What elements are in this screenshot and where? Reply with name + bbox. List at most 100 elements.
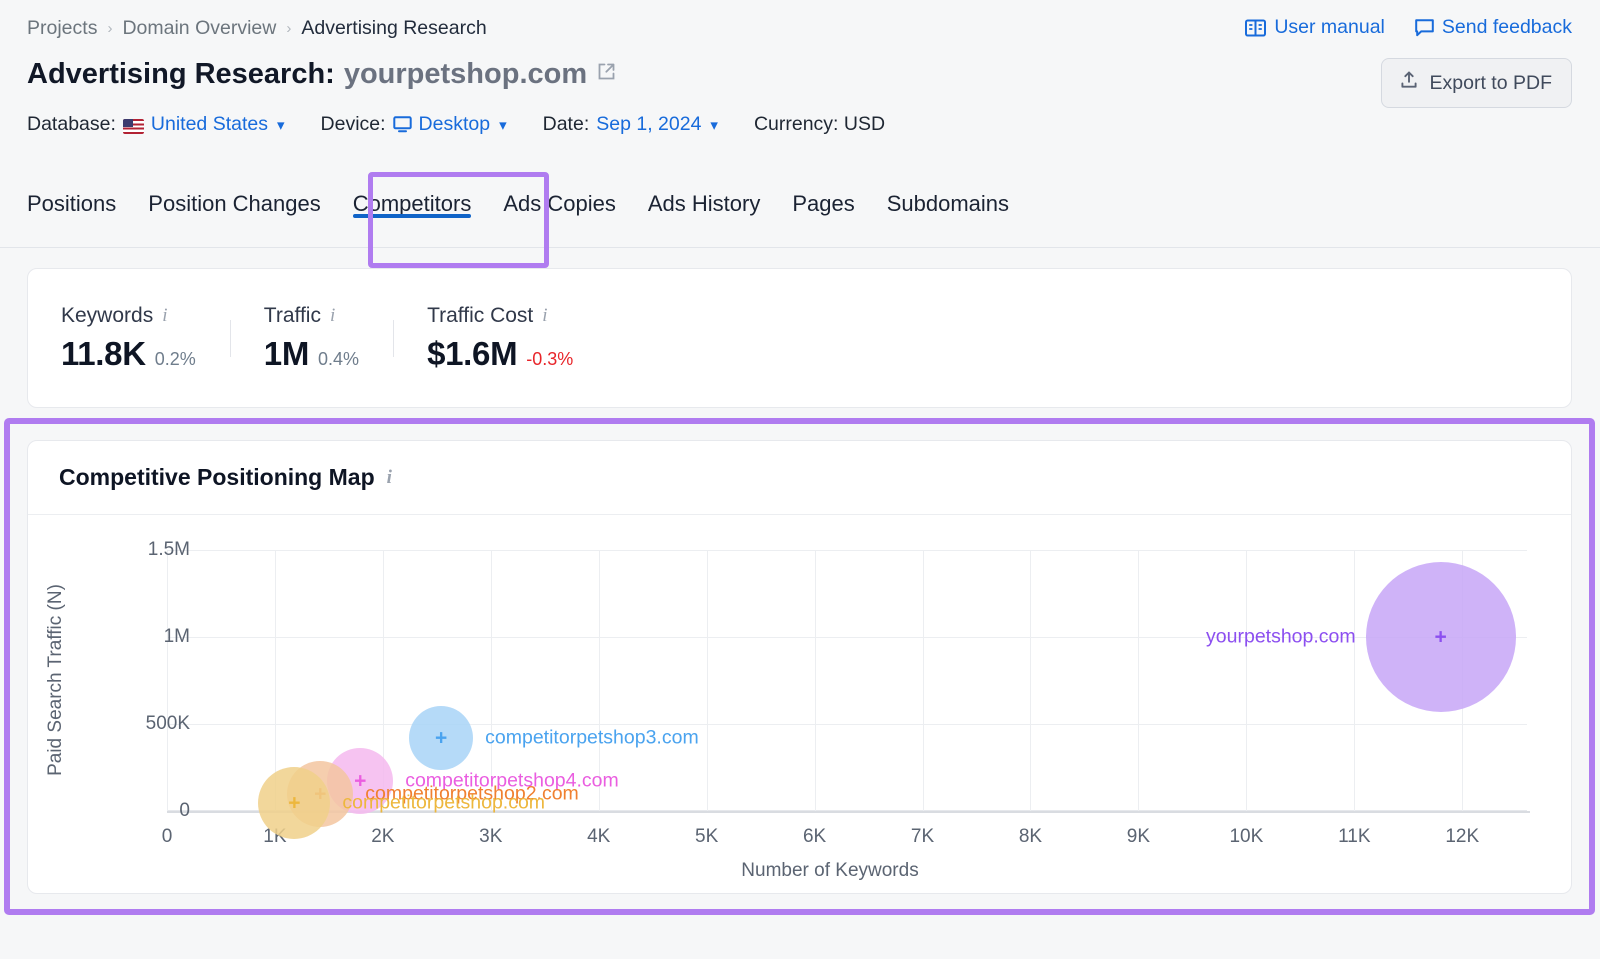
y-axis-title: Paid Search Traffic (N) [45,584,67,776]
breadcrumb-item-domain-overview[interactable]: Domain Overview [122,17,276,40]
chart-title-text: Competitive Positioning Map [59,464,375,491]
metric-label: Traffic [264,304,321,328]
speech-bubble-icon [1415,18,1434,37]
info-icon[interactable]: i [387,467,392,489]
x-axis-title: Number of Keywords [741,860,918,882]
tab-label: Competitors [353,191,472,216]
gridline-vertical [1030,550,1031,811]
user-manual-label: User manual [1274,16,1385,39]
export-to-pdf-label: Export to PDF [1430,72,1552,95]
metric-keywords: Keywords i 11.8K0.2% [28,304,230,373]
tab-label: Position Changes [148,191,320,216]
send-feedback-label: Send feedback [1442,16,1572,39]
metrics-summary-card: Keywordsi11.8K0.2%Traffici1M0.4%Traffic … [27,268,1572,408]
metric-label-row: Keywords i [61,304,196,328]
x-axis-tick-label: 9K [1127,826,1150,848]
page-title: Advertising Research: yourpetshop.com [27,58,616,91]
metric-label-row: Traffic i [264,304,359,328]
database-label: Database: [27,113,116,136]
tab-label: Positions [27,191,116,216]
date-value: Sep 1, 2024 [596,113,701,136]
date-label: Date: [543,113,590,136]
page-title-domain: yourpetshop.com [344,58,587,91]
breadcrumb-item-projects[interactable]: Projects [27,17,97,40]
gridline-horizontal [167,724,1527,725]
tab-bar: Positions Position Changes Competitors Ads … [0,186,1600,248]
info-icon[interactable]: i [542,305,547,327]
gridline-vertical [167,550,168,811]
metric-delta: -0.3% [526,349,573,370]
info-icon[interactable]: i [162,305,167,327]
tab-competitors[interactable]: Competitors [337,186,488,217]
tab-ads-copies[interactable]: Ads Copies [487,186,632,217]
x-axis-tick-label: 12K [1445,826,1479,848]
bubble-label-yourpetshop-com[interactable]: yourpetshop.com [1206,626,1356,649]
tab-label: Ads Copies [503,191,616,216]
user-manual-link[interactable]: User manual [1245,16,1385,39]
metric-traffic: Traffic i 1M 0.4% [230,304,393,373]
book-icon [1245,19,1266,37]
bubble-label-competitorpetshop3-com[interactable]: competitorpetshop3.com [485,726,699,749]
chevron-down-icon: ▾ [710,116,718,134]
x-axis-tick-label: 5K [695,826,718,848]
x-axis-tick-label: 7K [911,826,934,848]
metric-value-row: 11.8K0.2% [61,335,196,373]
tab-ads-history[interactable]: Ads History [632,186,776,217]
breadcrumb-separator-icon: › [286,20,291,37]
y-axis-tick-label: 0 [179,800,190,822]
x-axis-tick-label: 4K [587,826,610,848]
export-to-pdf-button[interactable]: Export to PDF [1381,58,1572,108]
metric-value: 1M [264,335,309,373]
metric-traffic-cost: Traffic Cost i $1.6M-0.3% [393,304,607,373]
tab-position-changes[interactable]: Position Changes [132,186,336,217]
bubble-label-competitorpetshop-com[interactable]: competitorpetshop.com [342,792,545,815]
upload-icon [1399,70,1419,96]
y-axis-tick-label: 1.5M [148,539,190,561]
metric-label-row: Traffic Cost i [427,304,573,328]
x-axis-tick-label: 11K [1338,826,1370,848]
breadcrumb: Projects › Domain Overview › Advertising… [27,17,487,40]
gridline-vertical [1354,550,1355,811]
metric-value-row: 1M 0.4% [264,335,359,373]
tab-label: Subdomains [887,191,1009,216]
gridline-vertical [707,550,708,811]
database-filter[interactable]: Database: United States ▾ [27,113,285,136]
page-title-main: Advertising Research: [27,58,335,91]
metric-value-row: $1.6M-0.3% [427,335,573,373]
metric-label: Traffic Cost [427,304,533,328]
bubble-center-marker: + [1435,627,1447,648]
filter-bar: Database: United States ▾ Device: Deskto… [27,113,921,136]
currency-display: Currency: USD [754,113,885,136]
tab-pages[interactable]: Pages [776,186,870,217]
y-axis-tick-label: 500K [146,713,190,735]
metric-delta: 0.4% [318,349,359,370]
tab-label: Pages [792,191,854,216]
x-axis-tick-label: 2K [371,826,394,848]
gridline-vertical [923,550,924,811]
chevron-down-icon: ▾ [499,116,507,134]
gridline-vertical [1246,550,1247,811]
metric-value: 11.8K [61,335,146,373]
chart-header-divider [28,514,1571,515]
metric-label: Keywords [61,304,153,328]
database-value: United States [151,113,268,136]
x-axis-tick-label: 3K [479,826,502,848]
gridline-vertical [815,550,816,811]
breadcrumb-item-advertising-research: Advertising Research [301,17,486,40]
currency-label: Currency: USD [754,113,885,136]
tab-label: Ads History [648,191,760,216]
desktop-icon [393,116,412,133]
tab-subdomains[interactable]: Subdomains [871,186,1025,217]
send-feedback-link[interactable]: Send feedback [1415,16,1572,39]
external-link-icon[interactable] [597,56,616,89]
device-label: Device: [321,113,386,136]
tab-active-underline [353,214,472,218]
x-axis-tick-label: 6K [803,826,826,848]
breadcrumb-separator-icon: › [107,20,112,37]
device-filter[interactable]: Device: Desktop ▾ [321,113,507,136]
tab-positions[interactable]: Positions [27,186,132,217]
device-value: Desktop [419,113,491,136]
gridline-vertical [1138,550,1139,811]
date-filter[interactable]: Date: Sep 1, 2024 ▾ [543,113,718,136]
info-icon[interactable]: i [330,305,335,327]
